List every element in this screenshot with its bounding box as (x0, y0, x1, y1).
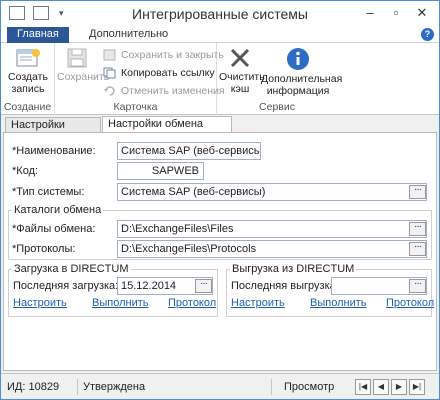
status-id: ИД: 10829 (7, 381, 60, 393)
export-protocol-link[interactable]: Протокол (386, 297, 434, 309)
more-info-button[interactable]: Дополнительная информация (261, 47, 342, 97)
info-icon (287, 48, 309, 70)
protocols-label: *Протоколы: (12, 243, 76, 255)
new-record-icon (16, 49, 40, 67)
code-label: *Код: (12, 165, 39, 177)
save-icon (67, 48, 87, 68)
ribbon-group-card: Сохранить Сохранить и закрыть Копировать… (55, 43, 225, 115)
status-bar: ИД: 10829 Утверждена Просмотр |◀ ◀ ▶ ▶| (1, 373, 439, 399)
clear-cache-icon (230, 48, 250, 68)
ribbon-group-create: Создать запись Создание (1, 43, 55, 115)
tab-system-settings[interactable]: Настройки системы (5, 117, 101, 146)
close-button[interactable]: ✕ (411, 4, 433, 22)
save-close-icon (103, 49, 116, 61)
import-configure-link[interactable]: Настроить (13, 297, 67, 309)
system-type-field[interactable]: Система SAP (веб-сервисы) (117, 183, 427, 201)
copy-link-button[interactable]: Копировать ссылку (101, 65, 215, 81)
export-run-link[interactable]: Выполнить (310, 297, 366, 309)
exchange-settings-panel: *Наименование: Система SAP (веб-сервисы)… (3, 132, 437, 371)
undo-changes-label: Отменить изменения (121, 85, 225, 97)
help-icon[interactable]: ? (421, 28, 434, 41)
system-type-select-button[interactable]: ··· (409, 185, 426, 199)
nav-last-button[interactable]: ▶| (409, 379, 425, 395)
ribbon-tab-extra[interactable]: Дополнительно (81, 27, 176, 43)
tab-exchange-settings[interactable]: Настройки обмена данными (102, 116, 232, 145)
name-label: *Наименование: (12, 145, 96, 157)
protocols-field[interactable]: D:\ExchangeFiles\Protocols (117, 240, 427, 258)
save-button[interactable]: Сохранить (57, 47, 109, 83)
files-label: *Файлы обмена: (12, 223, 96, 235)
create-record-button[interactable]: Создать запись (4, 47, 52, 95)
undo-changes-button[interactable]: Отменить изменения (101, 83, 225, 99)
ribbon-tab-main[interactable]: Главная (7, 27, 69, 43)
protocols-browse-button[interactable]: ··· (409, 242, 426, 256)
catalogs-title: Каталоги обмена (12, 204, 104, 216)
nav-next-button[interactable]: ▶ (391, 379, 407, 395)
ribbon: Создать запись Создание Сохранить Сохран… (1, 43, 439, 115)
import-title: Загрузка в DIRECTUM (12, 263, 131, 275)
clear-cache-button[interactable]: Очистить кэш (219, 47, 265, 95)
status-state: Утверждена (83, 381, 146, 393)
name-field[interactable]: Система SAP (веб-сервисы) (117, 142, 261, 160)
group-label-card: Карточка (113, 101, 158, 113)
ribbon-tabs: Главная Дополнительно ? (1, 27, 439, 43)
ribbon-group-service: Очистить кэш Дополнительная информация С… (217, 43, 342, 115)
app-window: ▾ Интегрированные системы – ▫ ✕ Главная … (0, 0, 440, 400)
save-close-button[interactable]: Сохранить и закрыть (101, 47, 224, 63)
last-import-select-button[interactable]: ··· (195, 279, 212, 293)
export-configure-link[interactable]: Настроить (231, 297, 285, 309)
last-export-select-button[interactable]: ··· (409, 279, 426, 293)
system-type-label: *Тип системы: (12, 186, 85, 198)
copy-link-icon (103, 67, 116, 79)
group-label-create: Создание (3, 101, 52, 113)
files-field[interactable]: D:\ExchangeFiles\Files (117, 220, 427, 238)
last-export-label: Последняя выгрузка: (231, 280, 339, 292)
code-field[interactable]: SAPWEB (117, 162, 204, 180)
copy-link-label: Копировать ссылку (121, 67, 215, 79)
status-separator (77, 379, 78, 395)
create-record-label: Создать запись (8, 71, 48, 95)
status-mode: Просмотр (284, 381, 335, 393)
save-close-label: Сохранить и закрыть (121, 49, 224, 61)
undo-icon (104, 86, 115, 96)
more-info-label: Дополнительная информация (261, 73, 343, 97)
content-tabs: Настройки системы Настройки обмена данны… (1, 116, 439, 146)
import-protocol-link[interactable]: Протокол (168, 297, 216, 309)
maximize-button[interactable]: ▫ (385, 4, 407, 22)
status-separator (271, 379, 272, 395)
export-title: Выгрузка из DIRECTUM (230, 263, 357, 275)
last-import-label: Последняя загрузка: (13, 280, 119, 292)
group-label-service: Сервис (259, 101, 295, 113)
files-browse-button[interactable]: ··· (409, 222, 426, 236)
minimize-button[interactable]: – (359, 4, 381, 22)
import-run-link[interactable]: Выполнить (92, 297, 148, 309)
clear-cache-label: Очистить кэш (219, 71, 265, 95)
nav-prev-button[interactable]: ◀ (373, 379, 389, 395)
nav-first-button[interactable]: |◀ (355, 379, 371, 395)
title-bar: ▾ Интегрированные системы – ▫ ✕ (1, 1, 439, 27)
